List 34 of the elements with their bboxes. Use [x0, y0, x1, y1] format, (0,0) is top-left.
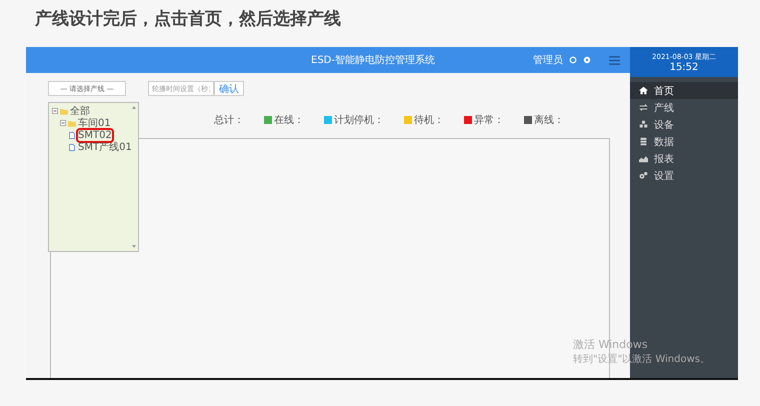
user-name: 管理员 [533, 54, 563, 67]
nav-item[interactable]: 设置 [630, 167, 738, 184]
app-title: ESD-智能静电防控管理系统 [311, 54, 435, 67]
cubes-icon [639, 120, 648, 129]
settings-icon[interactable] [583, 56, 591, 64]
legend-label: 计划停机： [334, 114, 384, 127]
legend-label: 在线： [274, 114, 304, 127]
legend-label: 异常： [474, 114, 504, 127]
tree-node[interactable]: SMT产线01 [78, 140, 132, 154]
database-icon [639, 137, 648, 146]
collapse-icon[interactable] [52, 108, 58, 114]
legend-label: 离线： [534, 114, 564, 127]
collapse-icon[interactable] [60, 120, 66, 126]
tree-node[interactable]: 全部 [70, 104, 90, 118]
menu-icon[interactable] [609, 56, 620, 64]
nav-item[interactable]: 首页 [630, 82, 738, 99]
tree-node[interactable]: 车间01 [78, 116, 111, 130]
legend-label: 总计： [214, 114, 244, 127]
home-icon [639, 86, 648, 95]
legend-label: 待机： [414, 114, 444, 127]
nav-item[interactable]: 设备 [630, 116, 738, 133]
time-text: 15:52 [670, 62, 698, 72]
nav-item[interactable]: 产线 [630, 99, 738, 116]
scroll-up-icon[interactable] [132, 106, 136, 109]
nav-item[interactable]: 数据 [630, 133, 738, 150]
nav-item[interactable]: 报表 [630, 150, 738, 167]
slide-title: 产线设计完后，点击首页，然后选择产线 [35, 8, 342, 31]
arrows-icon [639, 103, 648, 112]
chart-icon [639, 154, 648, 163]
tree-node[interactable]: SMT02 [78, 130, 112, 140]
power-icon[interactable] [569, 56, 577, 64]
confirm-button[interactable]: 确认 [214, 81, 244, 96]
scroll-down-icon[interactable] [132, 245, 136, 248]
gears-icon [639, 171, 648, 180]
